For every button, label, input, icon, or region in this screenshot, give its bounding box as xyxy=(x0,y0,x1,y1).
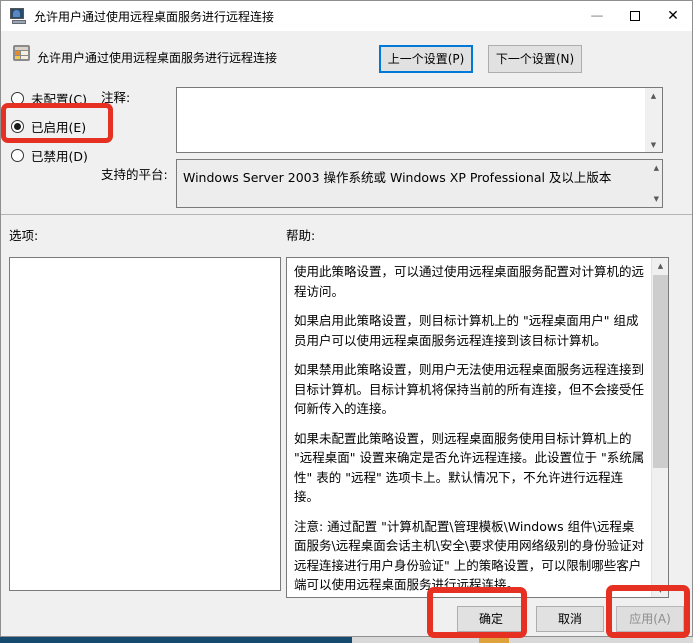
policy-header: 允许用户通过使用远程桌面服务进行远程连接 上一个设置(P) 下一个设置(N) xyxy=(1,41,692,73)
supported-on-box: Windows Server 2003 操作系统或 Windows XP Pro… xyxy=(176,159,663,208)
radio-label: 已禁用(D) xyxy=(31,146,88,165)
close-icon[interactable]: ✕ xyxy=(654,1,692,31)
scroll-up-icon[interactable]: ▲ xyxy=(652,258,669,273)
help-paragraph: 注意: 通过配置 "计算机配置\管理模板\Windows 组件\远程桌面服务\远… xyxy=(294,517,645,595)
policy-setting-icon xyxy=(13,45,30,61)
help-panel: 使用此策略设置，可以通过使用远程桌面服务配置对计算机的远程访问。 如果启用此策略… xyxy=(286,257,669,598)
cancel-button[interactable]: 取消 xyxy=(536,606,604,632)
radio-label: 已启用(E) xyxy=(31,117,86,136)
apply-button: 应用(A) xyxy=(616,606,684,632)
scroll-down-icon[interactable]: ▼ xyxy=(652,582,669,597)
supported-on-value: Windows Server 2003 操作系统或 Windows XP Pro… xyxy=(183,167,640,186)
radio-disabled[interactable]: 已禁用(D) xyxy=(11,146,88,165)
help-paragraph: 如果禁用此策略设置，则用户无法使用远程桌面服务远程连接到目标计算机。目标计算机将… xyxy=(294,360,645,419)
scroll-down-icon[interactable]: ▼ xyxy=(645,137,662,152)
next-setting-button[interactable]: 下一个设置(N) xyxy=(488,45,582,73)
scrollbar-thumb[interactable] xyxy=(653,275,668,468)
radio-circle-icon[interactable] xyxy=(11,92,24,105)
radio-circle-icon[interactable] xyxy=(11,149,24,162)
help-label: 帮助: xyxy=(286,225,315,244)
radio-enabled[interactable]: 已启用(E) xyxy=(11,117,86,136)
radio-circle-selected-icon[interactable] xyxy=(11,120,24,133)
policy-name: 允许用户通过使用远程桌面服务进行远程连接 xyxy=(37,49,277,66)
help-paragraph: 如果未配置此策略设置，则远程桌面服务使用目标计算机上的 "远程桌面" 设置来确定… xyxy=(294,429,645,507)
window-title: 允许用户通过使用远程桌面服务进行远程连接 xyxy=(34,8,578,25)
desktop-strip xyxy=(0,637,693,643)
section-divider xyxy=(1,214,692,215)
titlebar: 允许用户通过使用远程桌面服务进行远程连接 — ✕ xyxy=(1,1,692,31)
radio-label: 未配置(C) xyxy=(31,89,87,108)
comment-label: 注释: xyxy=(101,87,130,106)
ok-button[interactable]: 确定 xyxy=(457,606,525,632)
help-scrollbar[interactable]: ▲ ▼ xyxy=(651,258,668,597)
remote-desktop-app-icon xyxy=(10,8,28,24)
desktop-strip-orange xyxy=(479,637,509,643)
help-paragraph: 使用此策略设置，可以通过使用远程桌面服务配置对计算机的远程访问。 xyxy=(294,262,645,301)
supported-on-label: 支持的平台: xyxy=(101,164,168,183)
scroll-up-icon[interactable]: ▲ xyxy=(645,88,662,103)
desktop-strip-navy xyxy=(0,637,352,643)
comment-input[interactable]: ▲ ▼ xyxy=(176,87,663,153)
options-label: 选项: xyxy=(9,225,38,244)
options-panel[interactable] xyxy=(9,257,281,591)
help-text: 使用此策略设置，可以通过使用远程桌面服务配置对计算机的远程访问。 如果启用此策略… xyxy=(287,258,651,597)
radio-not-configured[interactable]: 未配置(C) xyxy=(11,89,87,108)
scroll-down-icon[interactable]: ▼ xyxy=(654,195,659,203)
scroll-up-icon[interactable]: ▲ xyxy=(654,164,659,172)
comment-scrollbar[interactable]: ▲ ▼ xyxy=(645,88,662,152)
window-controls: — ✕ xyxy=(578,1,692,31)
help-paragraph: 如果启用此策略设置，则目标计算机上的 "远程桌面用户" 组成员用户可以使用远程桌… xyxy=(294,311,645,350)
previous-setting-button[interactable]: 上一个设置(P) xyxy=(379,45,473,73)
maximize-icon[interactable] xyxy=(616,1,654,31)
policy-setting-dialog: 允许用户通过使用远程桌面服务进行远程连接 — ✕ 允许用户通过使用远程桌面服务进… xyxy=(0,0,693,637)
minimize-icon[interactable]: — xyxy=(578,1,616,31)
